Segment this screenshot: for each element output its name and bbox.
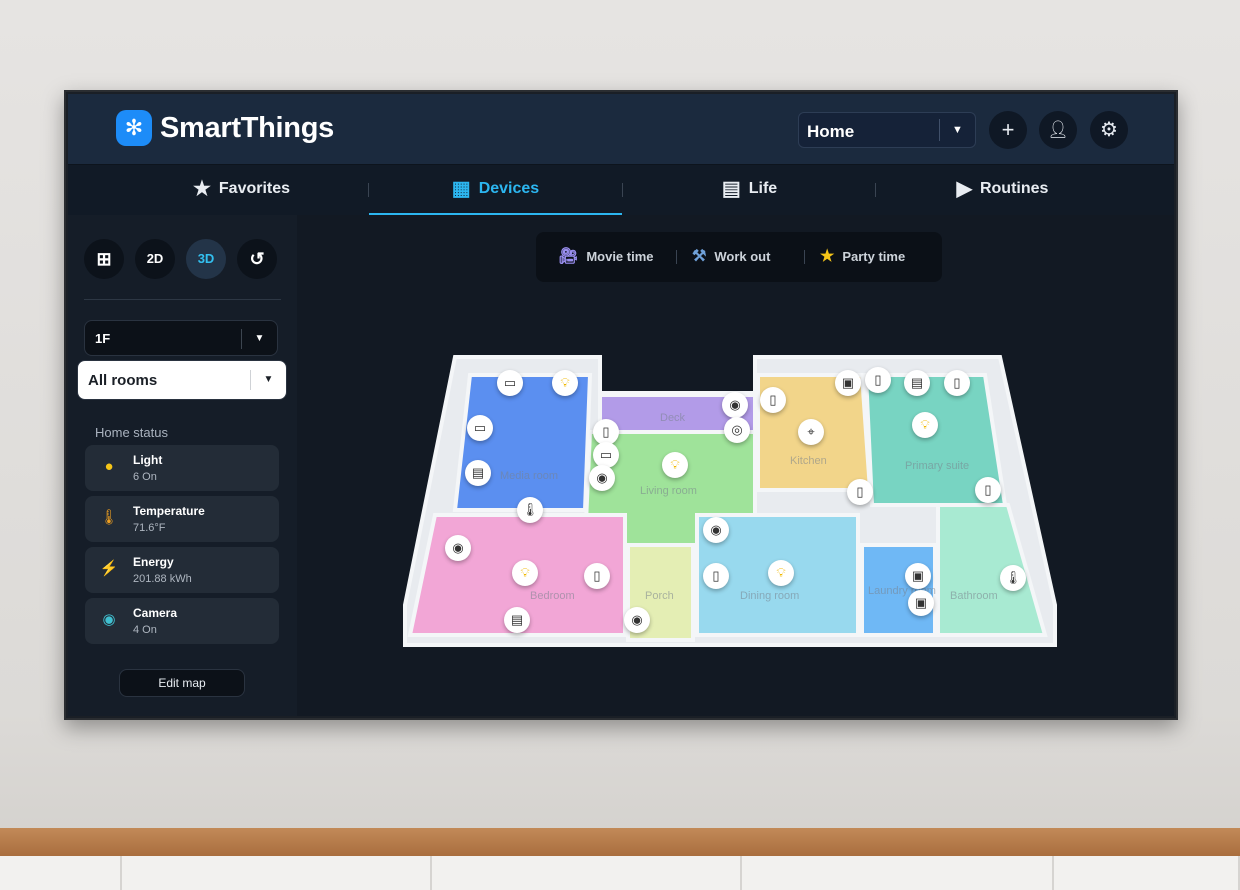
sensor-pin-icon[interactable]: ▯ xyxy=(584,563,610,589)
cabinet xyxy=(742,856,1054,890)
robot-vacuum-pin-icon[interactable]: ◎ xyxy=(724,417,750,443)
blind-pin-icon[interactable]: ▤ xyxy=(904,370,930,396)
bulb-pin-icon[interactable]: 💡︎ xyxy=(768,560,794,586)
monitor-pin-icon[interactable]: ▭ xyxy=(467,415,493,441)
bulb-pin-icon[interactable]: 💡︎ xyxy=(512,560,538,586)
speaker-pin-icon[interactable]: ▯ xyxy=(944,370,970,396)
cabinet xyxy=(0,856,122,890)
oven-pin-icon[interactable]: ▣ xyxy=(835,370,861,396)
thermostat-pin-icon[interactable]: 🌡︎ xyxy=(1000,565,1026,591)
fan-pin-icon[interactable]: ⌖ xyxy=(798,419,824,445)
washer-pin-icon[interactable]: ▣ xyxy=(905,563,931,589)
purifier-pin-icon[interactable]: ▯ xyxy=(975,477,1001,503)
room-label: Deck xyxy=(660,412,686,424)
room-label: Kitchen xyxy=(790,455,827,467)
floor-plan-3d[interactable]: Media room Deck Living room Kitchen Primary … xyxy=(68,94,1174,716)
blind-pin-icon[interactable]: ▤ xyxy=(465,460,491,486)
sensor-pin-icon[interactable]: ▯ xyxy=(847,479,873,505)
cabinet xyxy=(432,856,742,890)
tv-pin-icon[interactable]: ▭ xyxy=(497,370,523,396)
cabinet xyxy=(1054,856,1240,890)
cabinet xyxy=(122,856,432,890)
room-media-room[interactable] xyxy=(452,373,593,512)
room-label: Media room xyxy=(500,470,559,482)
room-label: Dining room xyxy=(740,590,800,602)
bulb-pin-icon[interactable]: 💡︎ xyxy=(912,412,938,438)
camera-pin-icon[interactable]: ◉ xyxy=(703,517,729,543)
fridge-pin-icon[interactable]: ▯ xyxy=(760,387,786,413)
bulb-pin-icon[interactable]: 💡︎ xyxy=(662,452,688,478)
room-label: Living room xyxy=(640,485,697,497)
tv-frame: ✻ SmartThings Home ▼ + 👤︎ ⚙ ★ Favorites ▦ D… xyxy=(64,90,1178,720)
lamp-pin-icon[interactable]: 💡︎ xyxy=(552,370,578,396)
sensor-pin-icon[interactable]: ▯ xyxy=(865,367,891,393)
room-label: Porch xyxy=(645,590,674,602)
camera-pin-icon[interactable]: ◉ xyxy=(722,392,748,418)
floor-plan-svg xyxy=(403,355,1057,647)
dryer-pin-icon[interactable]: ▣ xyxy=(908,590,934,616)
camera-pin-icon[interactable]: ◉ xyxy=(445,535,471,561)
camera-pin-icon[interactable]: ◉ xyxy=(589,465,615,491)
blind-pin-icon[interactable]: ▤ xyxy=(504,607,530,633)
room-label: Bathroom xyxy=(950,590,998,602)
monitor-pin-icon[interactable]: ▭ xyxy=(593,442,619,468)
room-label: Bedroom xyxy=(530,590,575,602)
sensor-pin-icon[interactable]: ▯ xyxy=(703,563,729,589)
wooden-shelf xyxy=(0,828,1240,856)
room-label: Primary suite xyxy=(905,460,970,472)
thermostat-pin-icon[interactable]: 🌡︎ xyxy=(517,497,543,523)
smartthings-screen: ✻ SmartThings Home ▼ + 👤︎ ⚙ ★ Favorites ▦ D… xyxy=(68,94,1174,716)
doorbell-pin-icon[interactable]: ◉ xyxy=(624,607,650,633)
